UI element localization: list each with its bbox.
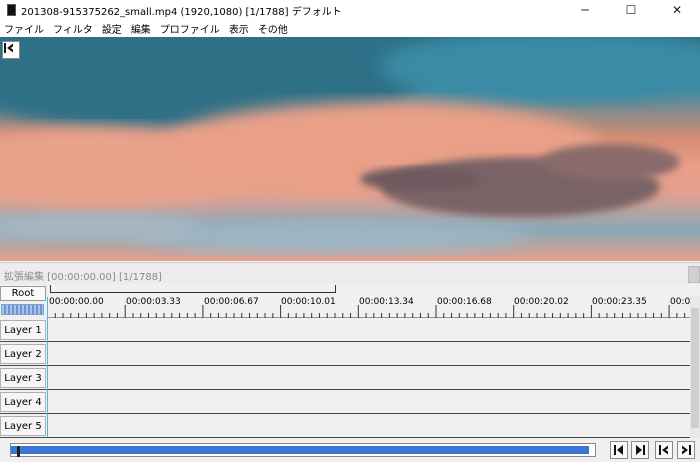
- minimize-button[interactable]: ─: [562, 0, 608, 20]
- seek-knob[interactable]: [17, 446, 20, 457]
- layer-track[interactable]: [48, 390, 700, 413]
- layer-label[interactable]: Layer 4: [0, 392, 46, 412]
- tick-label: 00:00:20.02: [514, 297, 569, 307]
- layer-label[interactable]: Layer 2: [0, 344, 46, 364]
- layer-list: Layer 1 Layer 2 Layer 3 Layer 4 Layer 5: [0, 318, 700, 438]
- layer-label[interactable]: Layer 3: [0, 368, 46, 388]
- sky-image: [0, 37, 700, 253]
- video-preview[interactable]: [0, 37, 700, 261]
- menu-profile[interactable]: プロファイル: [156, 21, 225, 36]
- timeline-header: 拡張編集 [00:00:00.00] [1/1788]: [0, 262, 700, 284]
- playback-bar: [0, 438, 700, 462]
- tick-label: 00:00:06.67: [204, 297, 259, 307]
- tick-label: 00:00:03.33: [126, 297, 181, 307]
- layer-row: Layer 1: [0, 318, 700, 342]
- header-scroll-handle[interactable]: [688, 266, 700, 283]
- layer-row: Layer 4: [0, 390, 700, 414]
- menu-filter[interactable]: フィルタ: [49, 21, 98, 36]
- root-button[interactable]: Root: [0, 286, 46, 301]
- tick-label: 00:00:13.34: [359, 297, 414, 307]
- menu-edit[interactable]: 編集: [127, 21, 156, 36]
- layer-row: Layer 5: [0, 414, 700, 438]
- layer-track[interactable]: [48, 366, 700, 389]
- seek-bar-fill: [11, 446, 589, 454]
- seek-bar[interactable]: [10, 443, 596, 457]
- menu-view[interactable]: 表示: [225, 21, 254, 36]
- window-controls: ─ ☐ ✕: [562, 0, 700, 20]
- timeline-title: 拡張編集 [00:00:00.00] [1/1788]: [4, 272, 162, 283]
- step-back-icon[interactable]: [610, 441, 628, 459]
- playhead-cursor[interactable]: [47, 297, 48, 437]
- window-title: 201308-915375262_small.mp4 (1920,1080) […: [21, 6, 342, 18]
- go-to-start-icon[interactable]: [655, 441, 673, 459]
- app-icon: [7, 4, 16, 16]
- tick-label: 00:00:10.01: [281, 297, 336, 307]
- layer-label[interactable]: Layer 1: [0, 320, 46, 340]
- scrollbar-thumb[interactable]: [691, 308, 699, 428]
- layer-track[interactable]: [48, 318, 700, 341]
- time-ruler[interactable]: 00:00:00.00 00:00:03.33 00:00:06.67 00:0…: [47, 295, 700, 319]
- tick-label: 00:00:00.00: [49, 297, 104, 307]
- step-forward-icon[interactable]: [631, 441, 649, 459]
- tick-label: 00:00:16.68: [437, 297, 492, 307]
- layer-label[interactable]: Layer 5: [0, 416, 46, 436]
- layer-track[interactable]: [48, 414, 700, 437]
- title-bar: 201308-915375262_small.mp4 (1920,1080) […: [0, 0, 700, 20]
- menu-file[interactable]: ファイル: [0, 21, 49, 36]
- layer-track[interactable]: [48, 342, 700, 365]
- timeline-scrollbar[interactable]: [50, 285, 336, 295]
- menu-other[interactable]: その他: [254, 21, 293, 36]
- menu-bar: ファイル フィルタ 設定 編集 プロファイル 表示 その他: [0, 20, 700, 37]
- zoom-slider[interactable]: [1, 304, 44, 315]
- tick-label: 00:00:23.35: [592, 297, 647, 307]
- go-to-end-icon[interactable]: [677, 441, 695, 459]
- close-button[interactable]: ✕: [654, 0, 700, 20]
- jump-to-start-icon[interactable]: [2, 41, 20, 59]
- menu-settings[interactable]: 設定: [98, 21, 127, 36]
- layer-row: Layer 2: [0, 342, 700, 366]
- maximize-button[interactable]: ☐: [608, 0, 654, 20]
- layer-row: Layer 3: [0, 366, 700, 390]
- vertical-scrollbar[interactable]: [690, 296, 700, 438]
